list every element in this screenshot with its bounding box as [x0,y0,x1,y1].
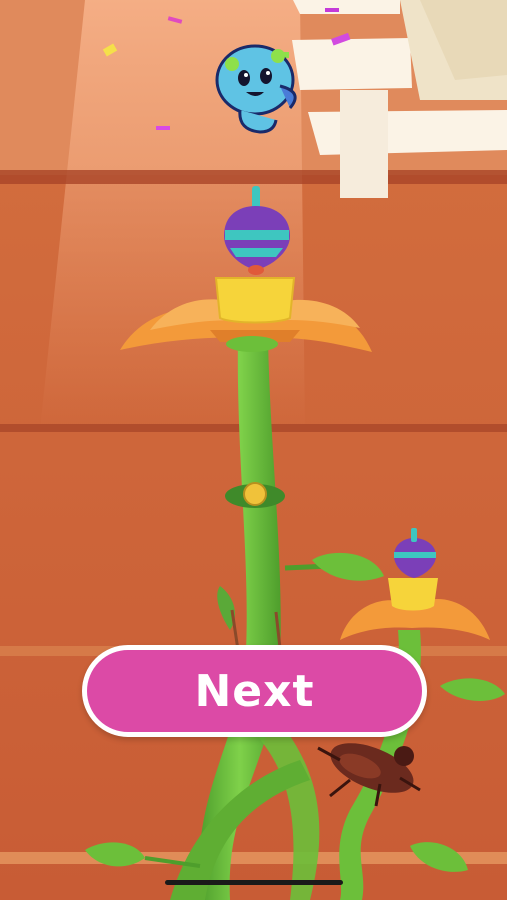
wall-trim-top [0,170,507,184]
next-button-label: Next [194,665,315,717]
next-button[interactable]: Next [82,645,427,737]
game-scene [0,0,507,900]
home-indicator[interactable] [165,880,343,885]
flower-cup [214,277,296,324]
